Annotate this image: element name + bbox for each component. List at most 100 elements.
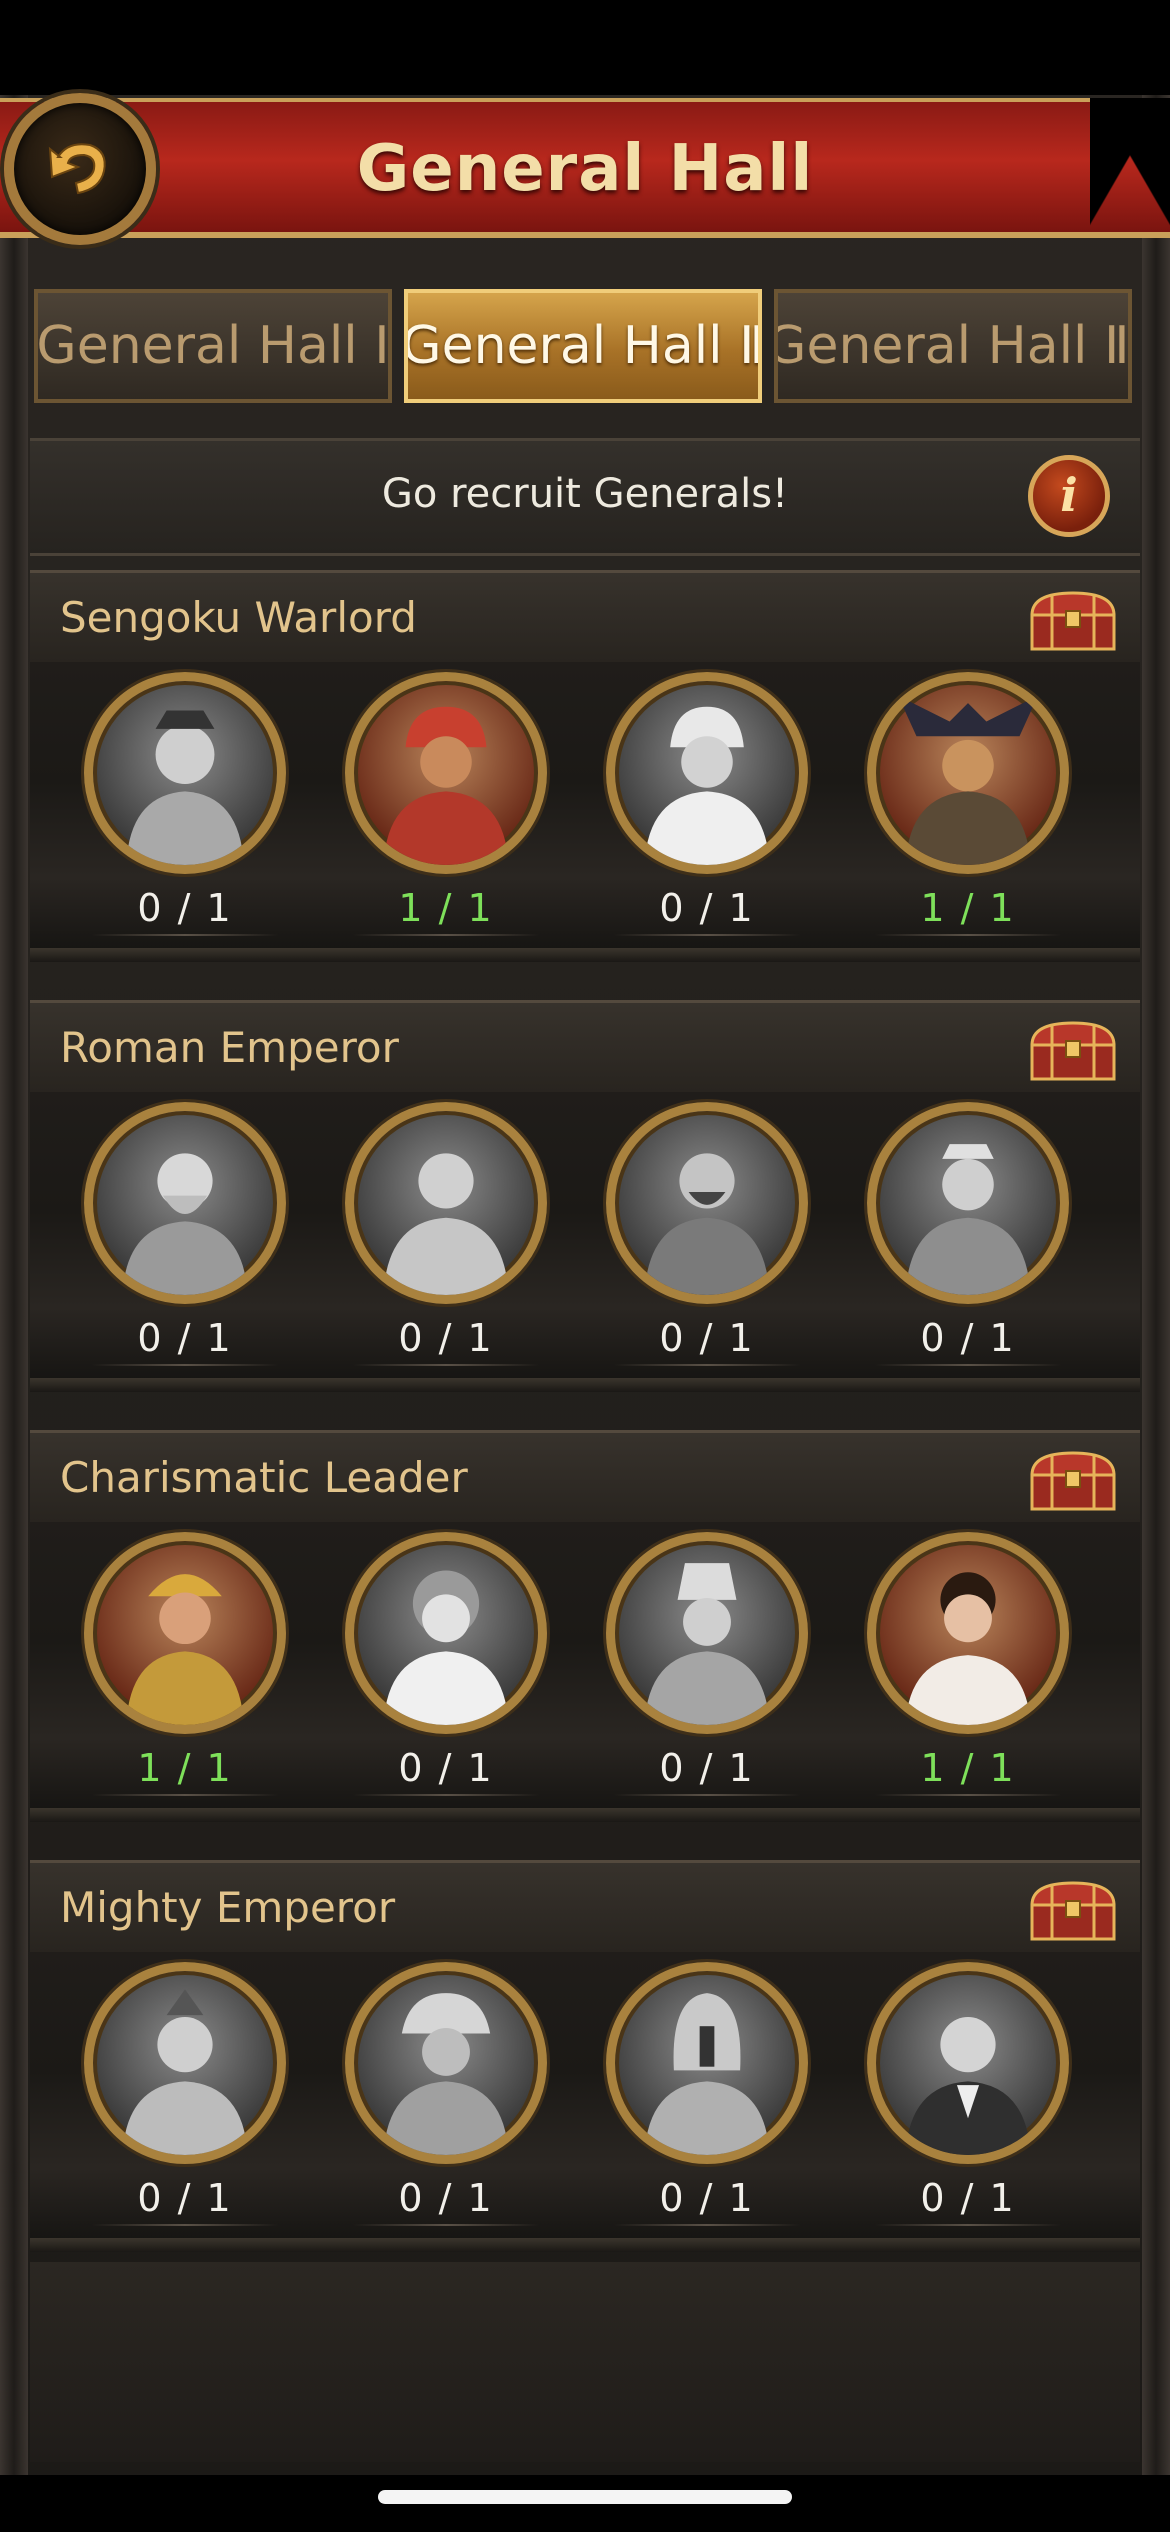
section-sengoku-warlord: Sengoku Warlord 0 / 1 1 / 1 0 / 1 1 / 1: [30, 570, 1140, 990]
section-header: Roman Emperor: [30, 1000, 1140, 1095]
home-indicator[interactable]: [378, 2490, 792, 2504]
general-portrait: [345, 672, 547, 874]
section-header: Mighty Emperor: [30, 1860, 1140, 1955]
general-portrait: [867, 1962, 1069, 2164]
general-bust-icon: [644, 1993, 770, 2155]
general-portrait: [867, 672, 1069, 874]
divider: [353, 1364, 539, 1366]
general-count: 0 / 1: [659, 1746, 755, 1790]
general-portrait: [345, 1102, 547, 1304]
section-charismatic-leader: Charismatic Leader 1 / 1 0 / 1 0 / 1 1 /…: [30, 1430, 1140, 1850]
general-bust-icon: [905, 1572, 1031, 1725]
general-count: 0 / 1: [137, 2176, 233, 2220]
section-header: Sengoku Warlord: [30, 570, 1140, 665]
general-card[interactable]: 0 / 1: [604, 672, 810, 942]
general-count: 0 / 1: [137, 886, 233, 930]
treasure-chest-icon[interactable]: [1026, 1877, 1120, 1943]
divider: [875, 1364, 1061, 1366]
bottom-panel: [30, 2262, 1140, 2462]
general-card[interactable]: 0 / 1: [604, 1962, 810, 2232]
divider: [92, 2224, 278, 2226]
general-count: 0 / 1: [398, 2176, 494, 2220]
general-card[interactable]: 0 / 1: [343, 1102, 549, 1372]
info-icon[interactable]: i: [1028, 455, 1110, 537]
treasure-chest-icon[interactable]: [1026, 1447, 1120, 1513]
general-card[interactable]: 1 / 1: [865, 672, 1071, 942]
divider: [875, 1794, 1061, 1796]
divider: [614, 934, 800, 936]
divider: [614, 2224, 800, 2226]
divider: [353, 1794, 539, 1796]
section-title: Sengoku Warlord: [60, 593, 417, 642]
header-banner: General Hall: [0, 98, 1170, 238]
general-count: 1 / 1: [920, 1746, 1016, 1790]
general-card[interactable]: 0 / 1: [343, 1532, 549, 1802]
general-bust-icon: [383, 1153, 509, 1295]
section-roman-emperor: Roman Emperor 0 / 1 0 / 1 0 / 1 0 / 1: [30, 1000, 1140, 1420]
general-card[interactable]: 1 / 1: [343, 672, 549, 942]
back-button[interactable]: [4, 93, 156, 245]
divider: [614, 1364, 800, 1366]
section-title: Roman Emperor: [60, 1023, 399, 1072]
page-title: General Hall: [356, 132, 814, 206]
section-title: Charismatic Leader: [60, 1453, 468, 1502]
general-count: 0 / 1: [137, 1316, 233, 1360]
section-header: Charismatic Leader: [30, 1430, 1140, 1525]
general-portrait: [84, 1962, 286, 2164]
general-count: 1 / 1: [920, 886, 1016, 930]
divider: [92, 1364, 278, 1366]
recruit-banner[interactable]: Go recruit Generals! i: [30, 438, 1140, 556]
general-portrait: [606, 1962, 808, 2164]
general-bust-icon: [126, 710, 244, 865]
general-card[interactable]: 1 / 1: [865, 1532, 1071, 1802]
tab-general-hall-1[interactable]: General Hall Ⅰ: [34, 289, 392, 403]
general-bust-icon: [644, 1563, 770, 1725]
recruit-text: Go recruit Generals!: [381, 471, 789, 517]
section-generals: 1 / 1 0 / 1 0 / 1 1 / 1: [30, 1522, 1140, 1822]
section-title: Mighty Emperor: [60, 1883, 396, 1932]
general-bust-icon: [644, 1153, 770, 1295]
general-portrait: [606, 1532, 808, 1734]
general-count: 1 / 1: [137, 1746, 233, 1790]
tab-general-hall-3[interactable]: General Hall Ⅲ: [774, 289, 1132, 403]
general-portrait: [345, 1532, 547, 1734]
general-count: 0 / 1: [920, 2176, 1016, 2220]
divider: [875, 2224, 1061, 2226]
divider: [614, 1794, 800, 1796]
section-mighty-emperor: Mighty Emperor 0 / 1 0 / 1 0 / 1 0 / 1: [30, 1860, 1140, 2280]
general-bust-icon: [383, 1570, 509, 1725]
tab-general-hall-2[interactable]: General Hall Ⅱ: [404, 289, 762, 403]
general-card[interactable]: 0 / 1: [82, 672, 288, 942]
divider: [353, 2224, 539, 2226]
treasure-chest-icon[interactable]: [1026, 1017, 1120, 1083]
general-card[interactable]: 0 / 1: [865, 1102, 1071, 1372]
section-generals: 0 / 1 0 / 1 0 / 1 0 / 1: [30, 1092, 1140, 1392]
general-card[interactable]: 0 / 1: [604, 1532, 810, 1802]
general-card[interactable]: 0 / 1: [343, 1962, 549, 2232]
general-card[interactable]: 0 / 1: [865, 1962, 1071, 2232]
general-count: 0 / 1: [659, 886, 755, 930]
divider: [92, 1794, 278, 1796]
general-count: 0 / 1: [398, 1746, 494, 1790]
general-card[interactable]: 0 / 1: [82, 1102, 288, 1372]
general-card[interactable]: 0 / 1: [604, 1102, 810, 1372]
general-count: 1 / 1: [398, 886, 494, 930]
general-card[interactable]: 0 / 1: [82, 1962, 288, 2232]
general-bust-icon: [905, 2017, 1031, 2155]
general-card[interactable]: 1 / 1: [82, 1532, 288, 1802]
general-portrait: [606, 672, 808, 874]
general-bust-icon: [383, 1993, 509, 2155]
general-portrait: [606, 1102, 808, 1304]
general-portrait: [84, 1532, 286, 1734]
general-bust-icon: [644, 706, 770, 865]
back-arrow-icon: [48, 143, 106, 195]
general-count: 0 / 1: [398, 1316, 494, 1360]
banner-tail: [1090, 98, 1170, 238]
divider: [875, 934, 1061, 936]
divider: [92, 934, 278, 936]
treasure-chest-icon[interactable]: [1026, 587, 1120, 653]
general-count: 0 / 1: [659, 1316, 755, 1360]
general-count: 0 / 1: [920, 1316, 1016, 1360]
general-bust-icon: [122, 1989, 248, 2155]
general-bust-icon: [898, 695, 1038, 865]
